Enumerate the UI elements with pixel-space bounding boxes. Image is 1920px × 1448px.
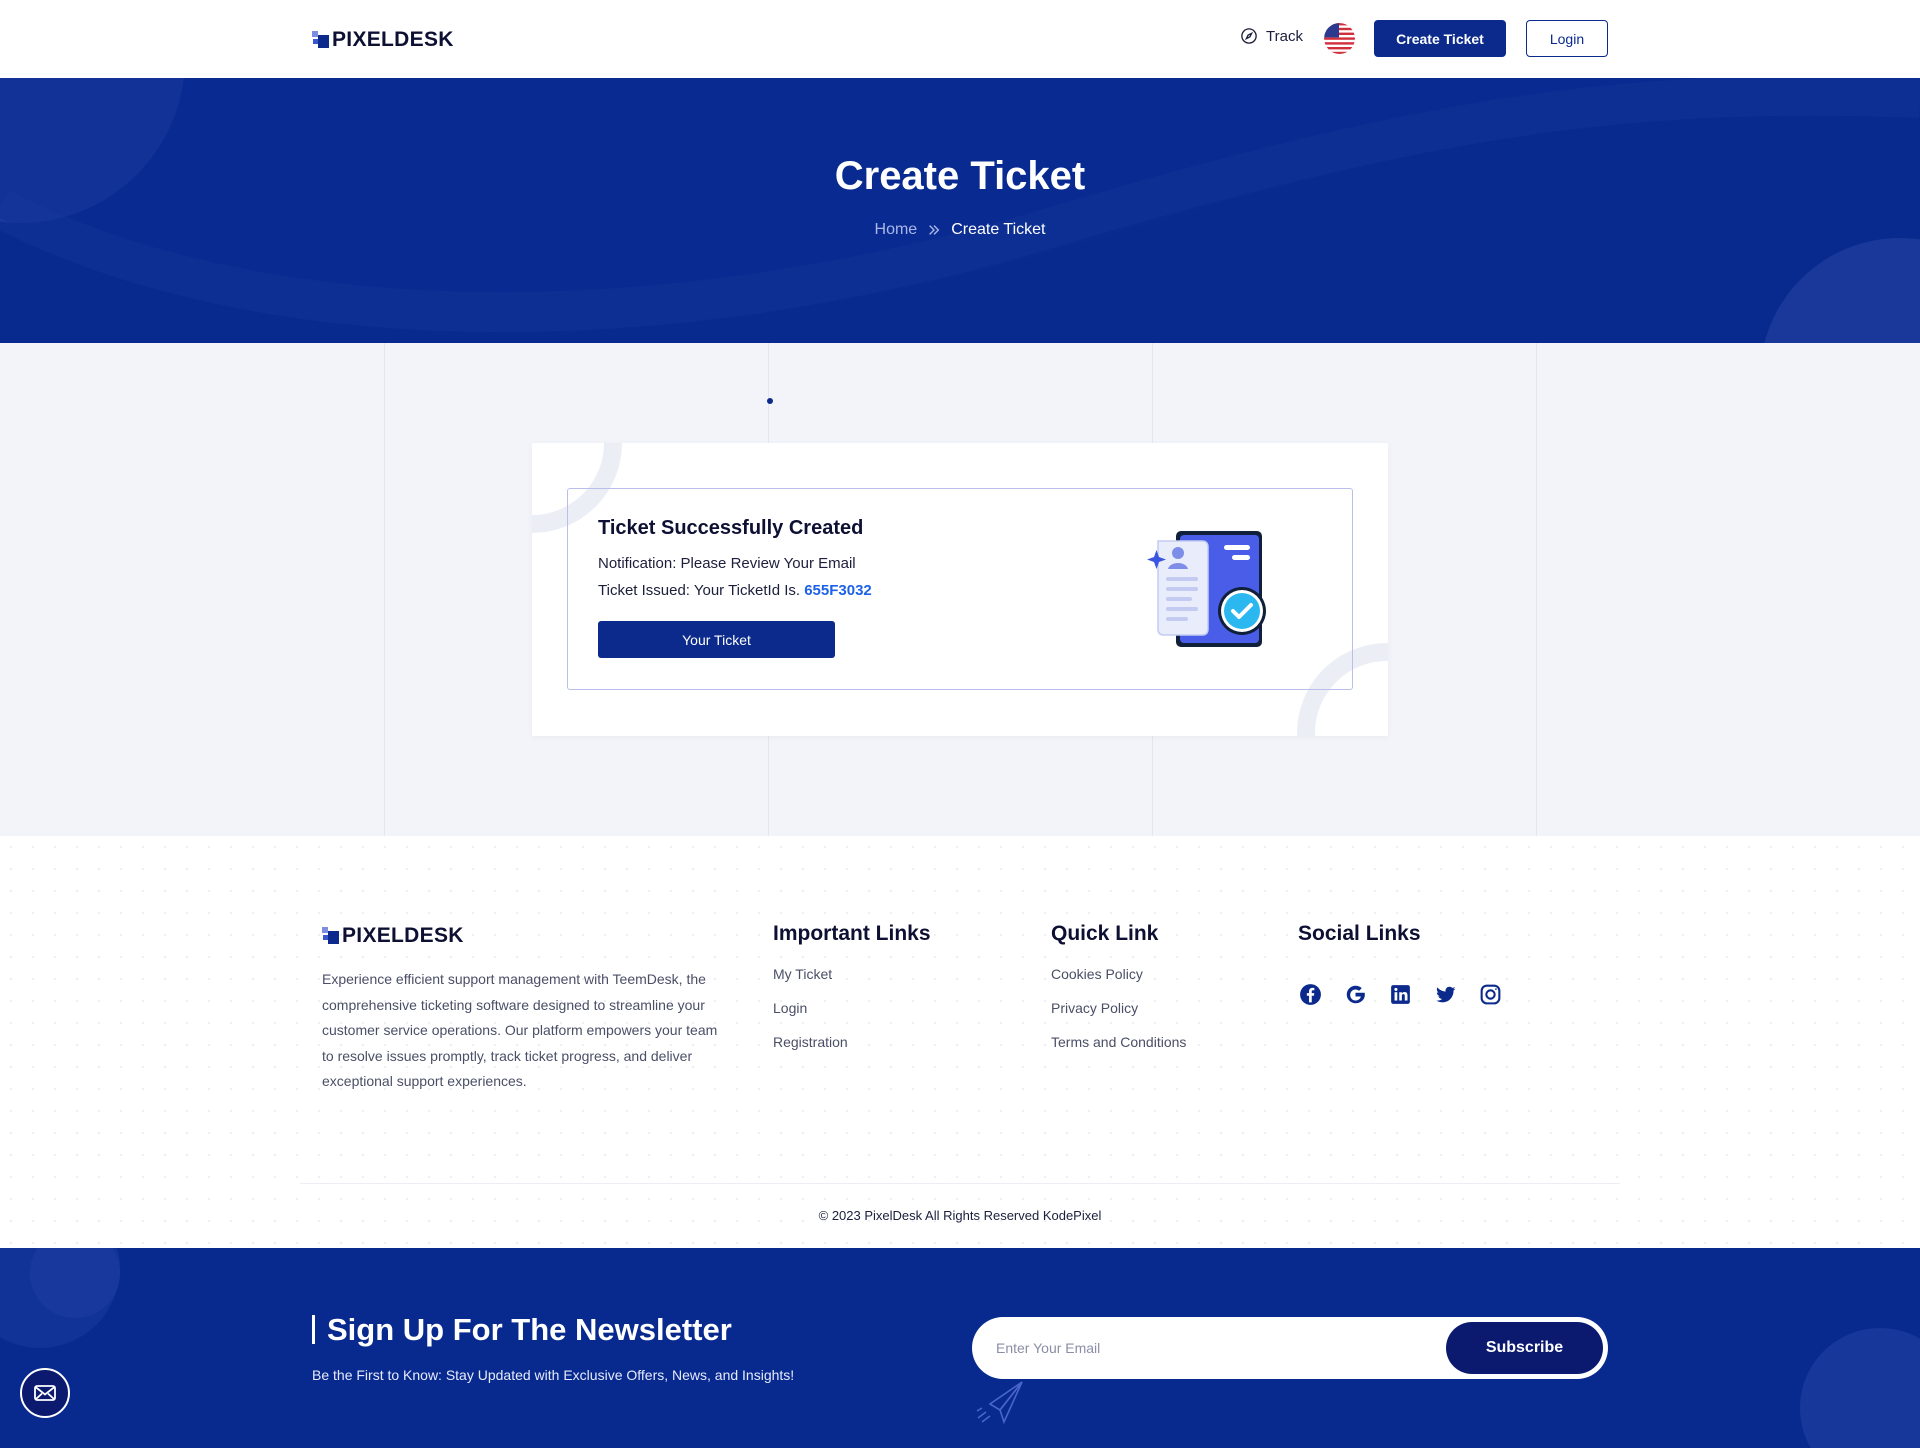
instagram-icon[interactable] xyxy=(1478,982,1503,1007)
envelope-icon xyxy=(34,1385,56,1401)
grid-line xyxy=(1536,343,1537,836)
breadcrumb-home[interactable]: Home xyxy=(875,221,918,239)
ticket-issued-prefix: Ticket Issued: Your TicketId Is. xyxy=(598,582,801,599)
social-links-title: Social Links xyxy=(1298,922,1421,945)
social-links-column: Social Links xyxy=(1298,922,1421,966)
social-icons xyxy=(1298,982,1503,1007)
brand-name: PIXELDESK xyxy=(332,28,454,51)
newsletter-decoration xyxy=(1800,1328,1920,1448)
footer-description: Experience efficient support management … xyxy=(322,971,718,1090)
ticket-success-title: Ticket Successfully Created xyxy=(598,517,864,539)
ticket-id: 655F3032 xyxy=(804,582,872,599)
newsletter-title: Sign Up For The Newsletter xyxy=(327,1312,732,1347)
decorative-dot xyxy=(767,398,773,404)
hero-decoration xyxy=(0,78,1920,343)
ticket-success-panel: Ticket Successfully Created Notification… xyxy=(567,488,1353,690)
newsletter-form: Subscribe xyxy=(972,1317,1608,1379)
newsletter-email-input[interactable] xyxy=(996,1333,1416,1363)
newsletter-accent-bar xyxy=(312,1315,315,1344)
newsletter-subtitle: Be the First to Know: Stay Updated with … xyxy=(312,1367,795,1383)
site-header: PIXELDESK Track Create Ticket Login xyxy=(0,0,1920,78)
ticket-success-card: Ticket Successfully Created Notification… xyxy=(532,443,1388,736)
ticket-issued-text: Ticket Issued: Your TicketId Is. 655F303… xyxy=(598,582,872,599)
breadcrumb: Home Create Ticket xyxy=(0,221,1920,239)
paper-plane-icon xyxy=(976,1381,1023,1424)
quick-link-title: Quick Link xyxy=(1051,922,1159,945)
footer-link-privacy-policy[interactable]: Privacy Policy xyxy=(1051,1000,1186,1016)
grid-line xyxy=(384,343,385,836)
breadcrumb-current: Create Ticket xyxy=(951,221,1046,238)
language-selector[interactable] xyxy=(1324,23,1355,54)
subscribe-button[interactable]: Subscribe xyxy=(1446,1322,1603,1374)
double-chevron-right-icon xyxy=(929,225,940,235)
important-links-title: Important Links xyxy=(773,922,931,945)
compass-icon xyxy=(1241,28,1257,44)
facebook-icon[interactable] xyxy=(1298,982,1323,1007)
copyright-text: © 2023 PixelDesk All Rights Reserved Kod… xyxy=(818,1208,1102,1223)
site-footer: PIXELDESK Experience efficient support m… xyxy=(0,836,1920,1248)
logo-mark-icon xyxy=(312,31,330,49)
important-links-column: Important Links My Ticket Login Registra… xyxy=(773,922,931,1068)
brand-logo[interactable]: PIXELDESK xyxy=(312,28,454,52)
logo-mark-icon xyxy=(322,927,340,945)
contact-mail-button[interactable] xyxy=(20,1368,70,1418)
footer-link-cookies-policy[interactable]: Cookies Policy xyxy=(1051,966,1186,982)
your-ticket-button[interactable]: Your Ticket xyxy=(598,621,835,658)
footer-link-my-ticket[interactable]: My Ticket xyxy=(773,966,931,982)
footer-brand-name: PIXELDESK xyxy=(342,924,464,947)
main-content: Ticket Successfully Created Notification… xyxy=(0,343,1920,836)
newsletter-section: Sign Up For The Newsletter Be the First … xyxy=(0,1248,1920,1448)
login-button[interactable]: Login xyxy=(1526,20,1608,57)
footer-divider xyxy=(300,1183,1620,1184)
track-link[interactable]: Track xyxy=(1240,27,1303,45)
footer-link-registration[interactable]: Registration xyxy=(773,1034,931,1050)
google-icon[interactable] xyxy=(1343,982,1368,1007)
us-flag-icon xyxy=(1324,23,1355,54)
linkedin-icon[interactable] xyxy=(1388,982,1413,1007)
footer-link-login[interactable]: Login xyxy=(773,1000,931,1016)
create-ticket-button[interactable]: Create Ticket xyxy=(1374,20,1506,57)
page-title: Create Ticket xyxy=(834,154,1086,198)
page-hero: Create Ticket Home Create Ticket xyxy=(0,78,1920,343)
track-label: Track xyxy=(1266,27,1303,45)
footer-link-terms[interactable]: Terms and Conditions xyxy=(1051,1034,1186,1050)
footer-brand-logo[interactable]: PIXELDESK xyxy=(322,924,464,948)
twitter-icon[interactable] xyxy=(1433,982,1458,1007)
newsletter-decoration xyxy=(0,1248,120,1348)
quick-link-column: Quick Link Cookies Policy Privacy Policy… xyxy=(1051,922,1186,1068)
notification-text: Notification: Please Review Your Email xyxy=(598,555,856,572)
ticket-document-check-icon xyxy=(1147,531,1266,647)
